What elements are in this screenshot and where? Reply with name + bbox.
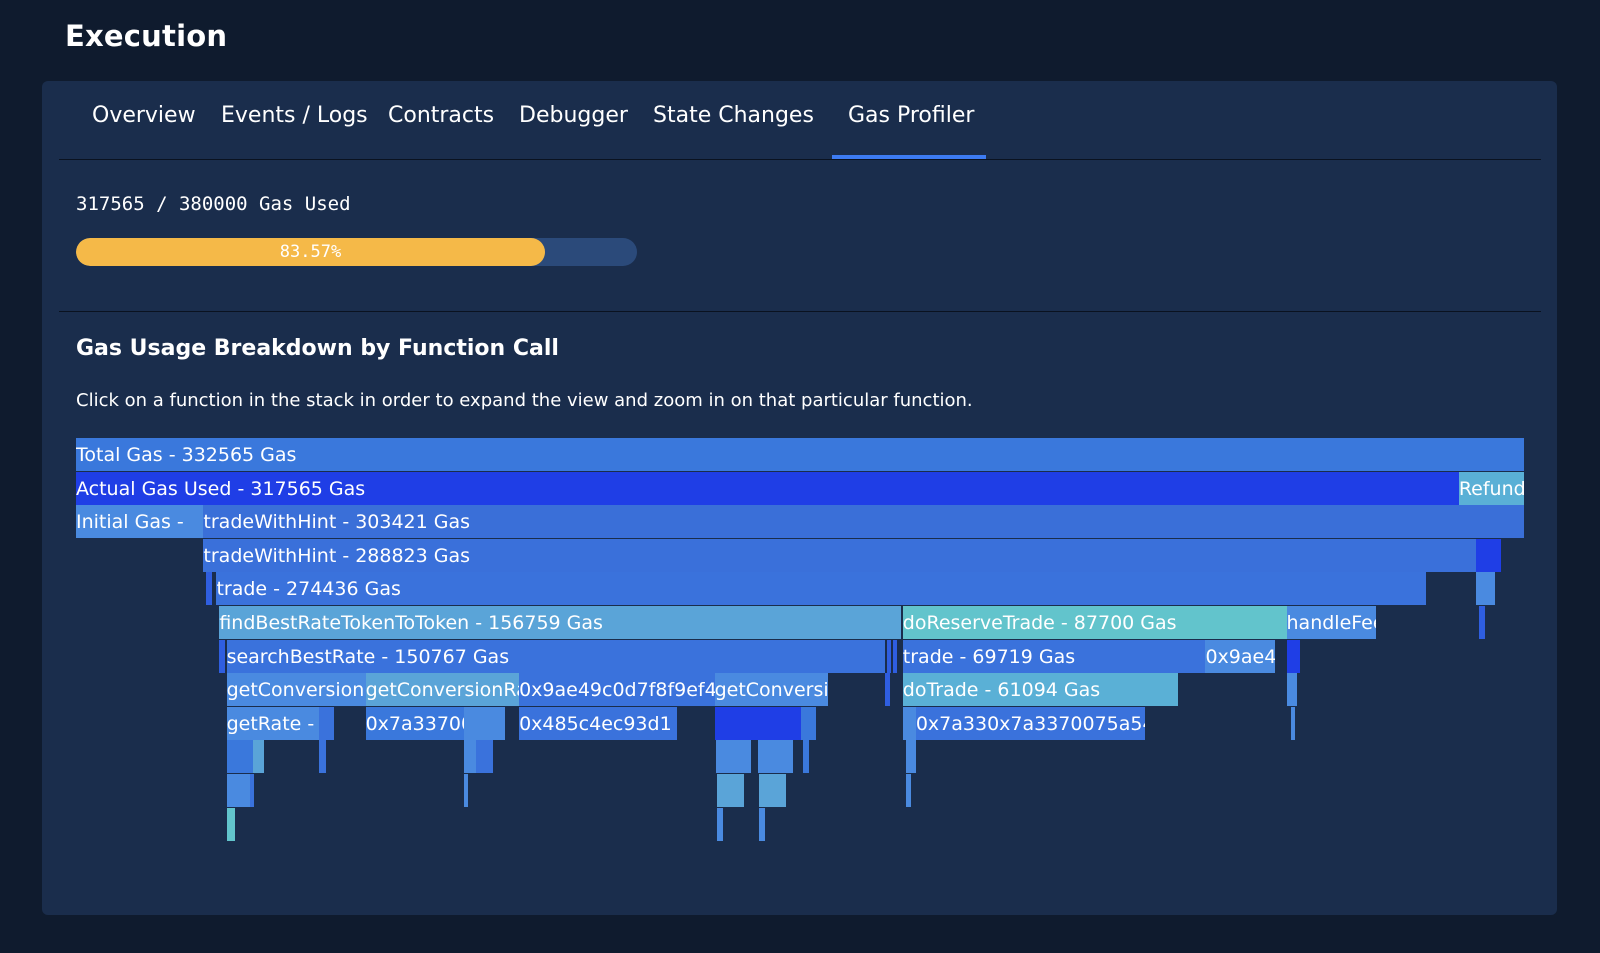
flame-frame-label: Refund [1458,477,1524,500]
tab-bar: Overview Events / Logs Contracts Debugge… [59,81,1541,160]
flame-frame[interactable] [464,706,505,740]
flame-frame[interactable] [252,740,265,774]
flame-frame-label: doTrade - 61094 Gas [902,679,1101,702]
flame-frame-label: doReserveTrade - 87700 Gas [902,612,1177,634]
flame-frame[interactable]: trade - 69719 Gas [902,639,1206,673]
flame-frame[interactable]: searchBestRate - 150767 Gas [226,639,886,673]
flame-frame[interactable] [464,740,476,774]
flame-frame[interactable]: tradeWithHint - 303421 Gas [203,505,1524,539]
breakdown-title: Gas Usage Breakdown by Function Call [76,336,559,361]
flame-frame[interactable] [801,706,816,740]
flame-frame[interactable]: getConversionRate [365,673,520,707]
flame-frame[interactable] [802,740,809,774]
flame-frame[interactable] [464,774,469,807]
flame-frame[interactable]: doTrade - 61094 Gas [902,673,1178,707]
flame-frame[interactable] [759,774,786,807]
flame-frame-label: getConversionRate [714,679,828,702]
execution-panel: Overview Events / Logs Contracts Debugge… [42,81,1557,915]
flame-frame-label: 0x9ae49c0d7f8f9ef4bd [519,679,715,702]
flame-frame[interactable]: 0x7a330x7a3370075a54 [915,706,1145,740]
gas-progress-label: 83.57% [279,242,342,262]
gas-used-summary: 317565 / 380000 Gas Used [76,193,351,215]
flame-frame[interactable]: tradeWithHint - 288823 Gas [203,538,1477,572]
page-title: Execution [65,19,228,53]
flame-frame-label: getConversionRate [226,679,366,702]
flame-frame[interactable]: getRate - [226,706,320,740]
flame-frame-label: Total Gas - 332565 Gas [76,444,297,466]
flame-frame[interactable]: getConversionRate [226,673,366,707]
flame-frame[interactable] [1286,673,1297,707]
flame-frame[interactable]: doReserveTrade - 87700 Gas [902,606,1287,639]
flame-frame-label: 0x7a3370075a [365,712,464,735]
tab-contracts[interactable]: Contracts [388,103,494,128]
flame-frame[interactable]: 0x9ae49c0d7f8f9ef4bd [519,673,715,707]
flame-frame-label: searchBestRate - 150767 Gas [226,645,510,668]
flame-frame[interactable] [714,706,802,740]
flame-frame-label: 0x7a330x7a3370075a54 [915,712,1145,735]
flame-frame-label: getConversionRate [365,679,519,702]
flame-frame[interactable] [1290,706,1296,740]
flame-frame[interactable]: Actual Gas Used - 317565 Gas [76,471,1459,505]
flame-frame[interactable]: Refund [1458,471,1524,505]
flame-frame-label: getRate - [226,712,315,735]
flame-frame-label: trade - 274436 Gas [216,578,401,601]
gas-progress-bar: 83.57% [76,238,637,266]
flame-frame[interactable] [1286,639,1300,673]
flame-frame-label: trade - 69719 Gas [902,645,1076,668]
flame-frame[interactable] [1476,538,1501,572]
flame-frame[interactable] [226,740,253,774]
flame-frame[interactable] [758,740,793,774]
flame-frame[interactable]: Total Gas - 332565 Gas [76,438,1524,471]
flame-frame-label: tradeWithHint - 288823 Gas [203,544,471,567]
section-divider [59,311,1541,312]
flame-frame[interactable] [319,706,334,740]
flame-frame[interactable] [886,639,892,673]
flame-frame[interactable] [759,807,766,841]
flame-frame[interactable]: 0x7a3370075a [365,706,465,740]
flame-frame-label: 0x9ae4 [1205,645,1275,668]
flame-frame-label: findBestRateTokenToToken - 156759 Gas [219,612,603,634]
flame-frame[interactable] [1479,606,1485,639]
flame-frame[interactable]: 0x485c4ec93d1 [519,706,677,740]
flame-frame[interactable] [717,807,724,841]
flame-frame[interactable] [206,572,213,606]
flame-frame-label: Actual Gas Used - 317565 Gas [76,477,366,500]
tab-gas-profiler[interactable]: Gas Profiler [848,103,974,128]
flame-frame[interactable] [319,740,327,774]
flame-frame[interactable] [249,774,255,807]
flame-frame[interactable] [905,740,916,774]
flame-graph: Total Gas - 332565 Gas Actual Gas Used - … [76,438,1524,858]
tab-debugger[interactable]: Debugger [519,103,628,128]
flame-frame[interactable]: handleFees [1286,606,1377,639]
flame-frame[interactable]: getConversionRate [714,673,828,707]
tab-overview[interactable]: Overview [92,103,196,128]
flame-frame[interactable]: 0x9ae4 [1205,639,1275,673]
flame-frame[interactable] [717,774,744,807]
flame-frame[interactable] [885,673,890,707]
active-tab-indicator [832,155,986,159]
breakdown-description: Click on a function in the stack in orde… [76,390,973,411]
flame-frame-label: tradeWithHint - 303421 Gas [203,511,471,534]
flame-frame[interactable] [902,706,916,740]
flame-frame-label: 0x485c4ec93d1 [519,712,672,735]
flame-frame-label: Initial Gas - [76,511,184,534]
flame-frame[interactable] [905,774,912,807]
flame-frame[interactable] [226,807,236,841]
flame-frame-label: handleFees [1286,612,1377,634]
tab-events-logs[interactable]: Events / Logs [221,103,368,128]
tab-state-changes[interactable]: State Changes [653,103,814,128]
flame-frame[interactable] [226,774,250,807]
flame-frame[interactable] [219,639,226,673]
flame-frame[interactable]: findBestRateTokenToToken - 156759 Gas [219,606,902,639]
flame-frame[interactable]: Initial Gas - [76,505,204,539]
flame-frame[interactable] [475,740,494,774]
flame-frame[interactable]: trade - 274436 Gas [216,572,1427,606]
flame-frame[interactable] [892,639,898,673]
flame-frame[interactable] [1476,572,1496,606]
flame-frame[interactable] [716,740,751,774]
